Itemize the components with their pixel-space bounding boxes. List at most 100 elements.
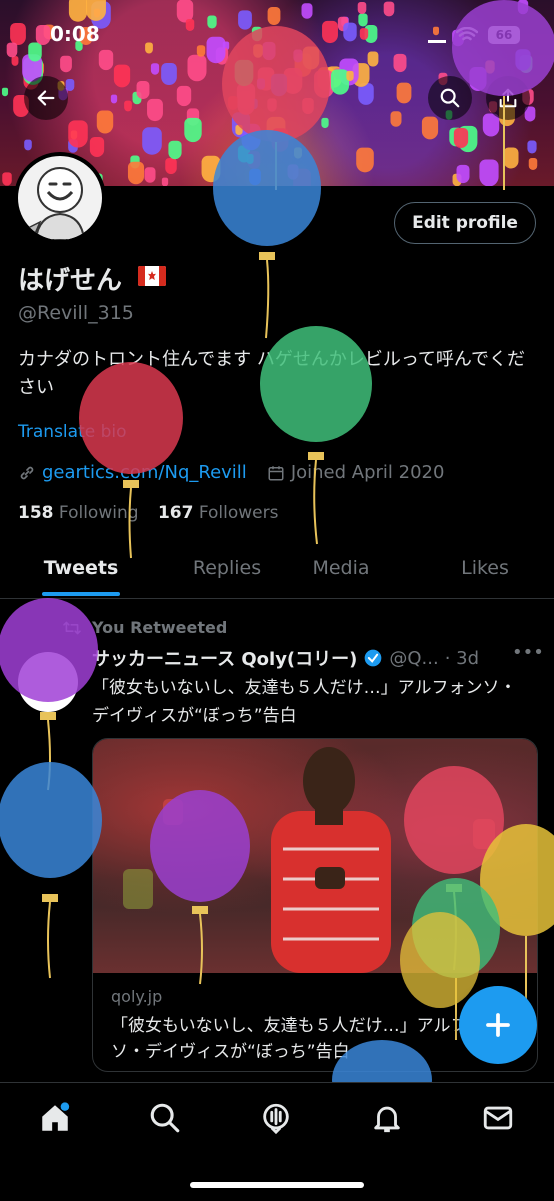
- compose-tweet-button[interactable]: [459, 986, 537, 1064]
- banner-lamp: [24, 139, 32, 151]
- banner-lamp: [161, 63, 177, 85]
- banner-lamp: [485, 60, 495, 74]
- banner-lamp: [293, 49, 303, 63]
- tweet-author-avatar[interactable]: [18, 652, 78, 712]
- canada-flag-icon: [138, 266, 166, 286]
- plus-icon: [486, 1013, 510, 1037]
- banner-lamp: [86, 0, 106, 21]
- home-icon: [42, 1102, 70, 1131]
- followers-label: Followers: [198, 503, 279, 523]
- banner-lamp: [6, 42, 18, 58]
- banner-lamp: [294, 147, 302, 159]
- arrow-left-icon: [37, 90, 55, 106]
- nav-search[interactable]: [148, 1101, 182, 1135]
- more-icon[interactable]: •••: [512, 642, 544, 663]
- back-button[interactable]: [24, 76, 68, 120]
- card-domain: qoly.jp: [111, 987, 163, 1006]
- banner-lamp: [321, 117, 329, 129]
- tab-media[interactable]: Media: [290, 548, 392, 598]
- follow-stats: 158 Following 167 Followers: [18, 503, 278, 523]
- notifications-icon: [374, 1106, 400, 1133]
- share-button[interactable]: [486, 76, 530, 120]
- banner-lamp: [113, 64, 131, 88]
- active-tab-indicator: [42, 592, 120, 596]
- profile-bio: カナダのトロント住んでます ハゲせんかレビルって呼んでください: [18, 349, 526, 398]
- search-button[interactable]: [428, 76, 472, 120]
- status-time: 0:08: [50, 22, 100, 46]
- followers-link[interactable]: 167 Followers: [158, 503, 279, 523]
- following-count: 158: [18, 503, 54, 523]
- banner-lamp: [60, 55, 72, 73]
- joined-date: Joined April 2020: [290, 462, 445, 483]
- banner-lamp: [267, 98, 277, 112]
- banner-lamp: [301, 3, 313, 19]
- banner-lamp: [234, 59, 254, 87]
- tweet-header: サッカーニュース Qoly(コリー) @Q... · 3d: [92, 645, 479, 671]
- banner-lamp: [68, 120, 88, 148]
- profile-meta: geartics.com/Nq_Revill Joined April 2020: [18, 462, 444, 483]
- banner-lamp: [136, 80, 150, 100]
- tab-likes[interactable]: Likes: [434, 548, 536, 598]
- banner-lamp: [383, 1, 395, 17]
- banner-lamp: [517, 0, 529, 15]
- banner-lamp: [253, 44, 263, 58]
- banner-lamp: [144, 167, 156, 183]
- profile-link[interactable]: geartics.com/Nq_Revill: [42, 462, 247, 483]
- banner-lamp: [357, 1, 367, 15]
- banner-lamp: [207, 15, 217, 29]
- banner-lamp: [302, 46, 320, 70]
- banner-lamp: [176, 85, 192, 107]
- search-icon: [150, 1103, 180, 1133]
- tweet-author-name[interactable]: サッカーニュース Qoly(コリー): [92, 645, 357, 671]
- nav-notifications[interactable]: [370, 1101, 404, 1135]
- banner-lamp: [346, 70, 354, 82]
- edit-profile-button[interactable]: Edit profile: [394, 202, 536, 244]
- banner-lamp: [89, 136, 105, 158]
- banner-lamp: [322, 20, 338, 44]
- banner-lamp: [271, 128, 289, 152]
- search-icon: [440, 88, 460, 108]
- banner-lamp: [145, 42, 153, 54]
- following-label: Following: [58, 503, 139, 523]
- signal-icon: [428, 28, 446, 43]
- banner-lamp: [421, 116, 439, 140]
- tweet-author-handle: @Q...: [389, 647, 439, 669]
- banner-lamp: [184, 117, 202, 143]
- tweet-text: 「彼女もいないし、友達も５人だけ…」アルフォンソ・デイヴィスが“ぼっち”告白: [92, 678, 517, 726]
- banner-lamp: [238, 10, 252, 30]
- avatar-image: [18, 156, 102, 240]
- battery-icon: 66: [488, 26, 520, 44]
- banner-lamp: [359, 28, 369, 40]
- banner-lamp: [35, 24, 51, 46]
- banner-lamp: [124, 100, 132, 112]
- profile-avatar[interactable]: [14, 152, 106, 244]
- messages-icon: [483, 1106, 513, 1130]
- status-icons: 66: [428, 26, 520, 44]
- banner-lamp: [2, 172, 12, 186]
- banner-lamp: [168, 140, 182, 160]
- tab-tweets[interactable]: Tweets: [30, 548, 132, 598]
- verified-badge-icon: [365, 649, 382, 667]
- calendar-icon: [268, 465, 284, 480]
- tab-replies[interactable]: Replies: [176, 548, 278, 598]
- banner-lamp: [256, 78, 266, 90]
- banner-lamp: [262, 41, 276, 61]
- banner-lamp: [206, 36, 226, 64]
- banner-lamp: [142, 127, 162, 155]
- banner-lamp: [187, 54, 207, 82]
- nav-home[interactable]: [38, 1101, 72, 1135]
- nav-spaces[interactable]: [259, 1101, 293, 1135]
- banner-lamp: [96, 110, 114, 134]
- banner-lamp: [228, 96, 238, 110]
- retweet-label: You Retweeted: [92, 618, 228, 637]
- banner-lamp: [356, 147, 374, 173]
- banner-lamp: [150, 63, 160, 75]
- banner-lamp: [127, 161, 145, 185]
- banner-lamp: [11, 56, 19, 66]
- nav-messages[interactable]: [481, 1101, 515, 1135]
- translate-bio-link[interactable]: Translate bio: [18, 422, 127, 442]
- banner-lamp: [165, 157, 177, 175]
- following-link[interactable]: 158 Following: [18, 503, 139, 523]
- banner-lamp: [390, 111, 402, 127]
- banner-lamp: [1, 87, 9, 97]
